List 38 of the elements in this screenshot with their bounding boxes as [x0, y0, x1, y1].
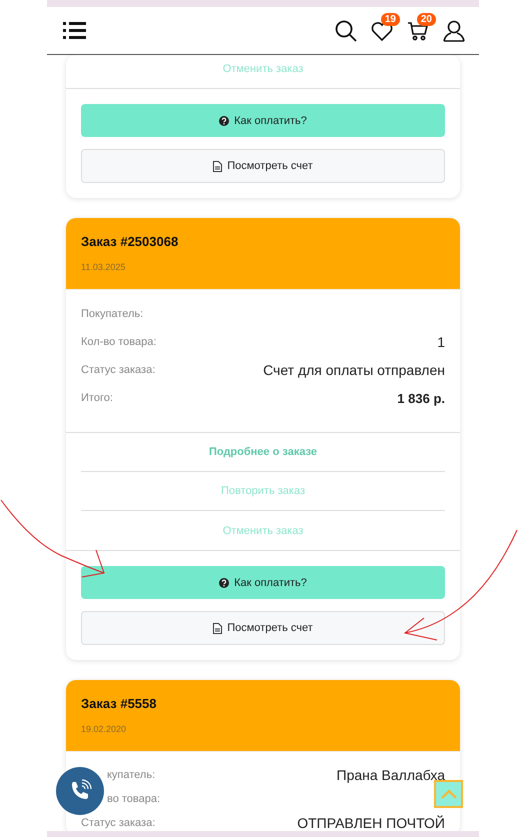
field-label: Покупатель:	[81, 308, 144, 320]
order-date: 11.03.2025	[81, 262, 126, 272]
field-value: 1 836 р.	[397, 390, 445, 406]
count-badge: 19	[380, 12, 400, 26]
order-title: Заказ #5558	[81, 696, 158, 711]
count-badge: 20	[416, 12, 436, 26]
field-value: 1	[437, 334, 445, 350]
user-icon	[443, 20, 465, 42]
cart-button[interactable]: 20	[407, 12, 436, 40]
view-invoice-button[interactable]: Посмотреть счет	[81, 611, 445, 645]
menu-icon	[63, 22, 86, 39]
field-label: Статус заказа:	[81, 817, 156, 829]
wishlist-button[interactable]: 19	[371, 12, 400, 40]
order-link[interactable]: Подробнее о заказе	[81, 433, 445, 472]
how-to-pay-button[interactable]: Как оплатить?	[81, 566, 445, 599]
cart-icon	[407, 20, 429, 40]
field-label: Итого:	[81, 392, 113, 404]
field-value: ОТПРАВЛЕН ПОЧТОЙ	[297, 815, 445, 831]
field-label: Кол-во товара:	[81, 336, 156, 348]
field-label: во товара:	[106, 793, 160, 805]
view-invoice-button[interactable]: Посмотреть счет	[81, 149, 445, 183]
document-icon	[213, 622, 222, 634]
field-label: купатель:	[106, 769, 156, 781]
question-icon	[219, 578, 230, 588]
field-value: Счет для оплаты отправлен	[263, 362, 445, 378]
menu-button[interactable]	[63, 22, 86, 39]
order-date: 19.02.2020	[81, 724, 128, 734]
search-button[interactable]	[335, 20, 357, 42]
account-button[interactable]	[443, 20, 465, 42]
field-label: Статус заказа:	[81, 364, 156, 376]
question-icon	[219, 116, 230, 126]
order-title: Заказ #2503068	[81, 234, 180, 249]
heart-icon	[371, 20, 393, 40]
chevron-up-icon	[440, 789, 456, 799]
field-value: Прана Валлабха	[336, 767, 445, 783]
search-icon	[335, 20, 357, 42]
how-to-pay-button[interactable]: Как оплатить?	[81, 104, 445, 137]
document-icon	[213, 160, 222, 172]
